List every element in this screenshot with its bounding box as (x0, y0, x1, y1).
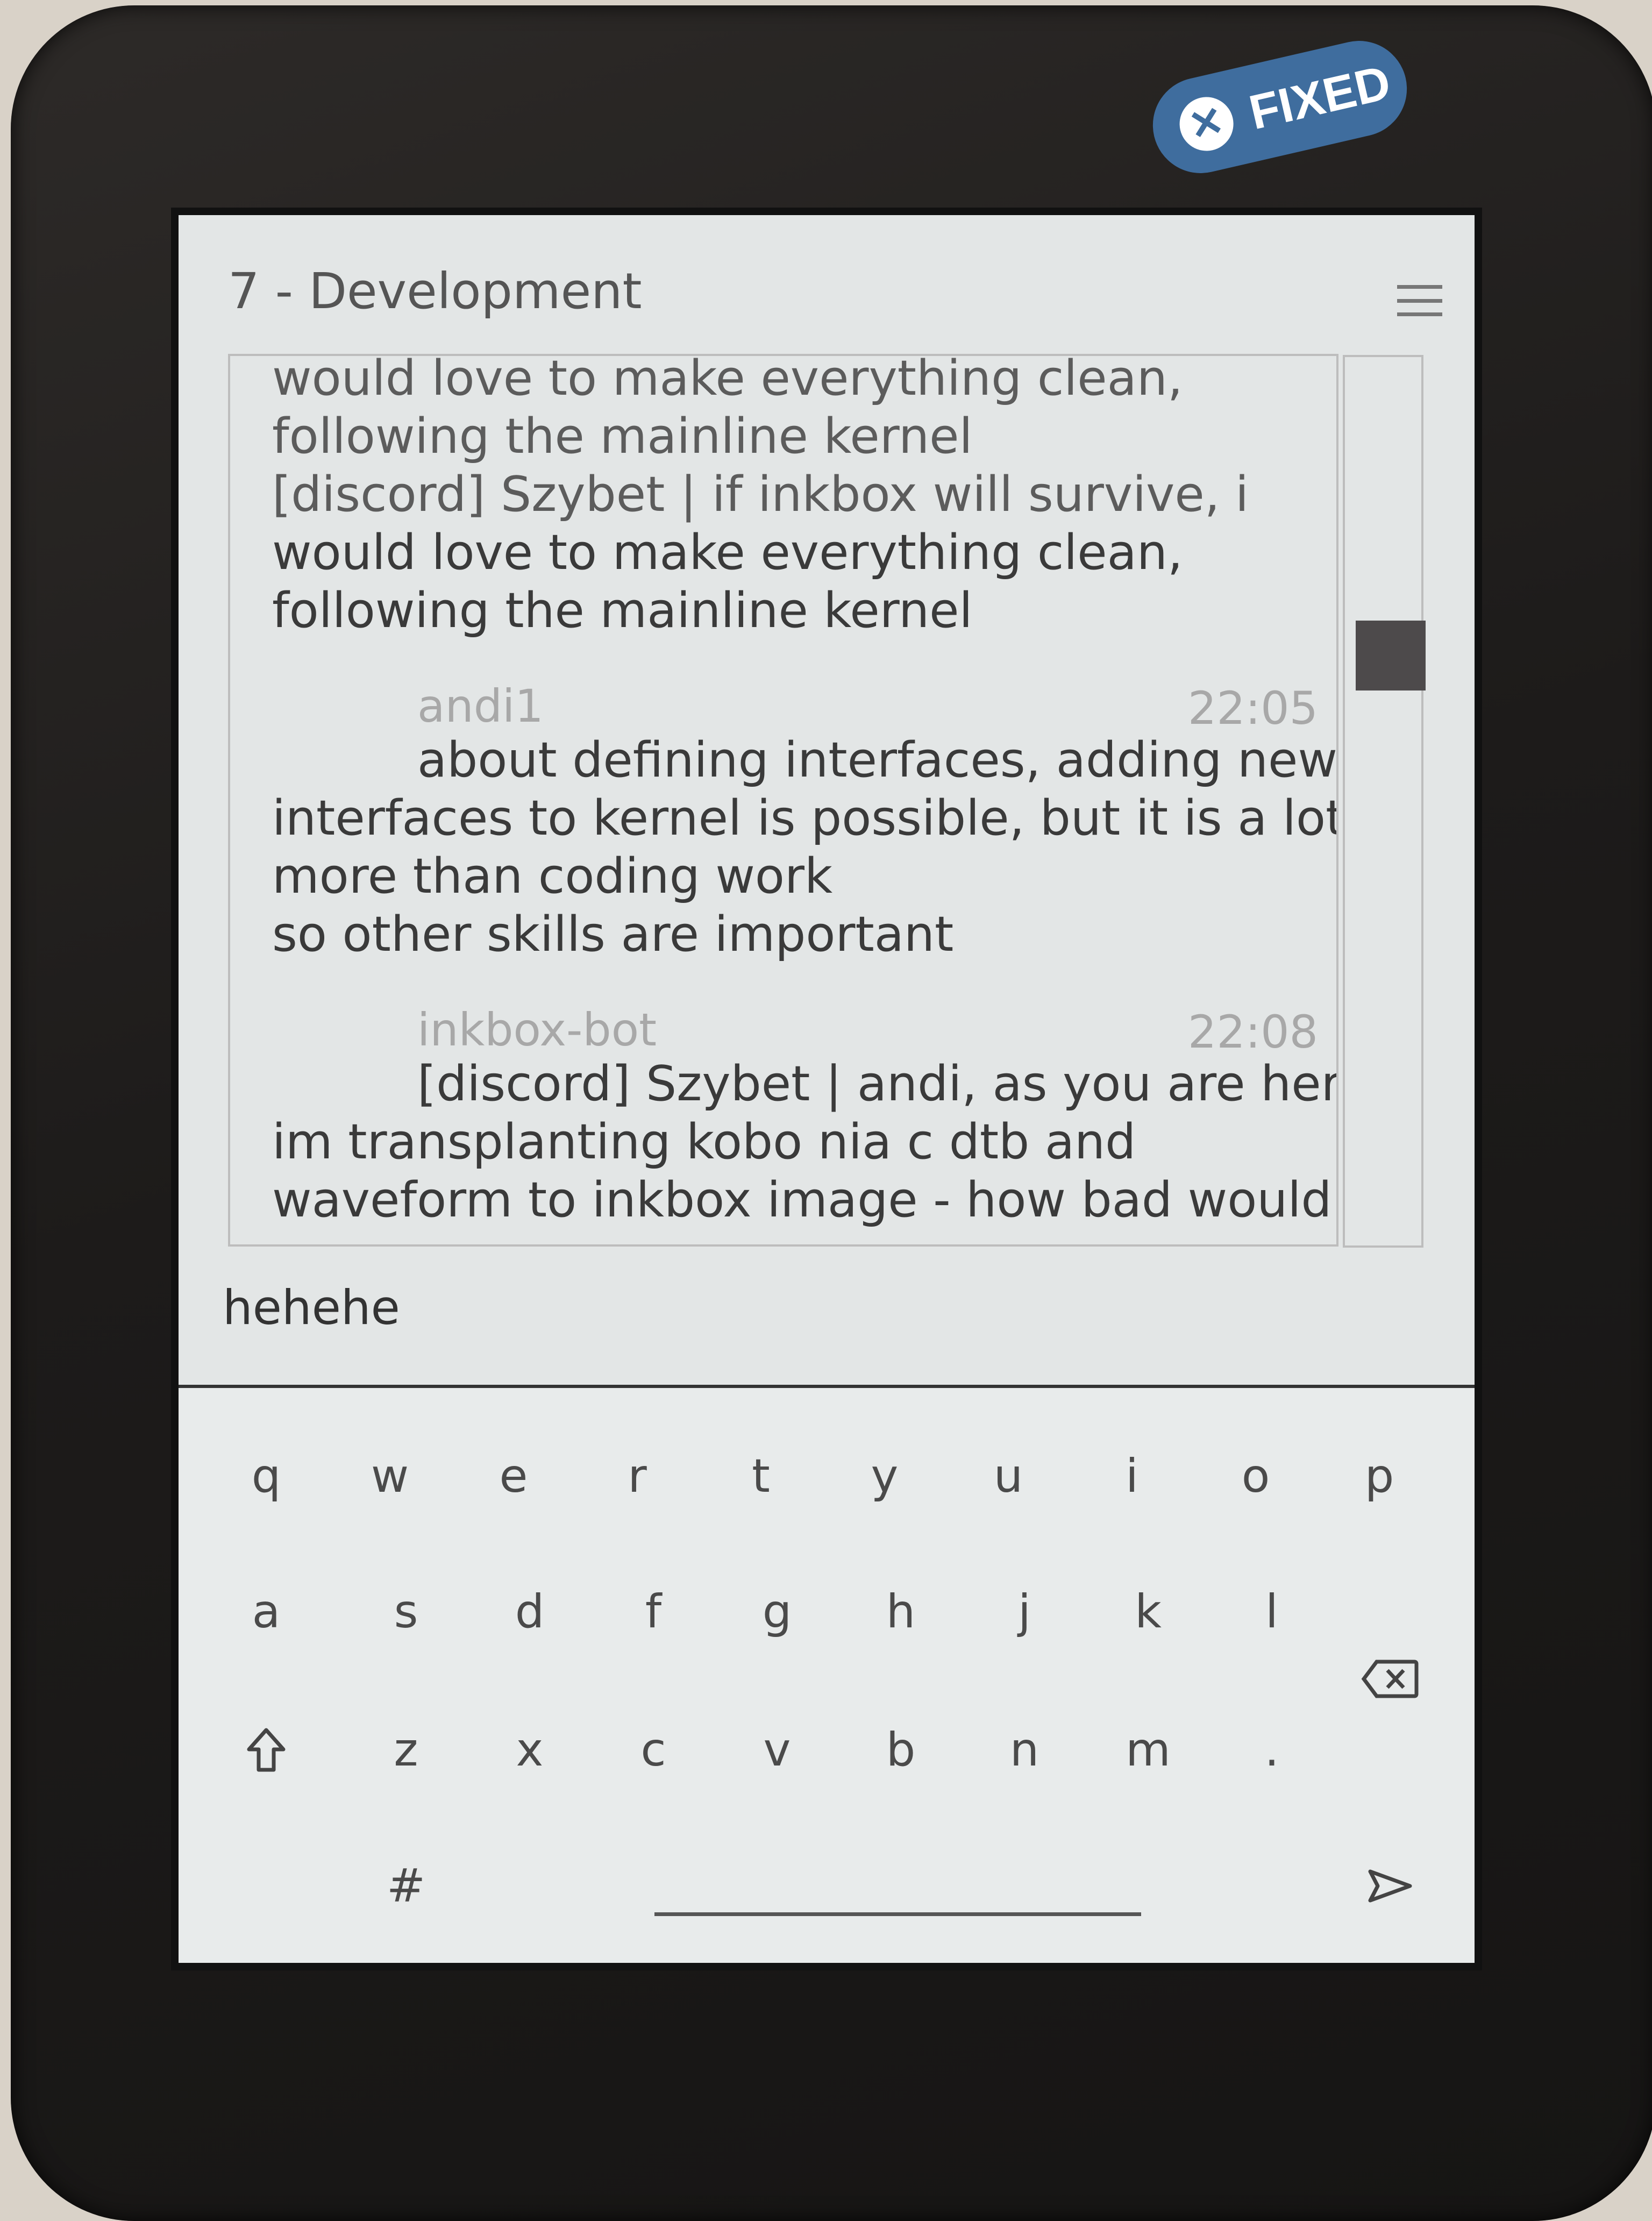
message-time: 22:05 (1187, 682, 1318, 735)
message-line: interfaces to kernel is possible, but it… (272, 790, 1338, 846)
key-x[interactable]: x (487, 1707, 573, 1793)
key-d[interactable]: d (487, 1569, 573, 1655)
key-q[interactable]: q (223, 1433, 309, 1519)
message-input[interactable]: hehehe (223, 1280, 400, 1335)
scrollbar-thumb[interactable] (1356, 621, 1426, 690)
key-e[interactable]: e (471, 1433, 557, 1519)
hamburger-icon[interactable] (1397, 285, 1442, 316)
key-m[interactable]: m (1105, 1707, 1191, 1793)
key-o[interactable]: o (1213, 1433, 1299, 1519)
key-u[interactable]: u (965, 1433, 1051, 1519)
input-divider (179, 1385, 1475, 1388)
message-line: would love to make everything clean, (272, 354, 1183, 407)
message-line: [discord] Szybet | if inkbox will surviv… (272, 466, 1249, 523)
close-icon: ✕ (1174, 91, 1239, 156)
message-line: waveform to inkbox image - how bad would… (272, 1172, 1338, 1228)
key-i[interactable]: i (1089, 1433, 1175, 1519)
message-meta: inkbox-bot 22:08 (272, 996, 1336, 1058)
key-l[interactable]: l (1229, 1569, 1315, 1655)
message-line: [discord] Szybet | andi, as you are here… (417, 1056, 1338, 1112)
key-p[interactable]: p (1336, 1433, 1422, 1519)
key-h[interactable]: h (858, 1569, 944, 1655)
key-g[interactable]: g (734, 1569, 820, 1655)
key-c[interactable]: c (610, 1707, 696, 1793)
key-r[interactable]: r (594, 1433, 680, 1519)
key-y[interactable]: y (842, 1433, 928, 1519)
key-s[interactable]: s (363, 1569, 449, 1655)
message-time: 22:08 (1187, 1006, 1318, 1058)
screen: 7 - Development would love to make every… (179, 215, 1475, 1963)
key-t[interactable]: t (718, 1433, 804, 1519)
message-author: inkbox-bot (417, 1003, 657, 1056)
message-line: more than coding work (272, 848, 833, 905)
key-period[interactable]: . (1229, 1707, 1315, 1793)
scrollbar[interactable] (1343, 355, 1426, 1248)
message-line: so other skills are important (272, 906, 954, 963)
on-screen-keyboard: q w e r t y u i o p a s d f g h j k l z … (179, 1389, 1475, 1963)
key-v[interactable]: v (734, 1707, 820, 1793)
key-a[interactable]: a (223, 1569, 309, 1655)
message-line: following the mainline kernel (272, 408, 973, 465)
key-b[interactable]: b (858, 1707, 944, 1793)
message-meta: andi1 22:05 (272, 672, 1336, 735)
space-bar[interactable] (654, 1912, 1141, 1916)
key-f[interactable]: f (610, 1569, 696, 1655)
channel-title: 7 - Development (228, 262, 642, 320)
message-line: would love to make everything clean, (272, 524, 1183, 581)
send-icon[interactable] (1347, 1843, 1433, 1929)
backspace-icon[interactable] (1347, 1636, 1433, 1722)
key-k[interactable]: k (1105, 1569, 1191, 1655)
message-author: andi1 (417, 680, 544, 732)
key-z[interactable]: z (363, 1707, 449, 1793)
chat-header: 7 - Development (179, 215, 1475, 344)
message-line: following the mainline kernel (272, 582, 973, 639)
key-w[interactable]: w (347, 1433, 433, 1519)
message-line: im transplanting kobo nia c dtb and (272, 1114, 1136, 1170)
message-line: about defining interfaces, adding new (417, 732, 1338, 788)
fixed-badge-label: FIXED (1244, 55, 1395, 140)
shift-icon[interactable] (223, 1707, 309, 1793)
symbols-key[interactable]: # (363, 1843, 449, 1929)
key-n[interactable]: n (981, 1707, 1067, 1793)
message-list[interactable]: would love to make everything clean, fol… (228, 354, 1338, 1247)
key-j[interactable]: j (981, 1569, 1067, 1655)
